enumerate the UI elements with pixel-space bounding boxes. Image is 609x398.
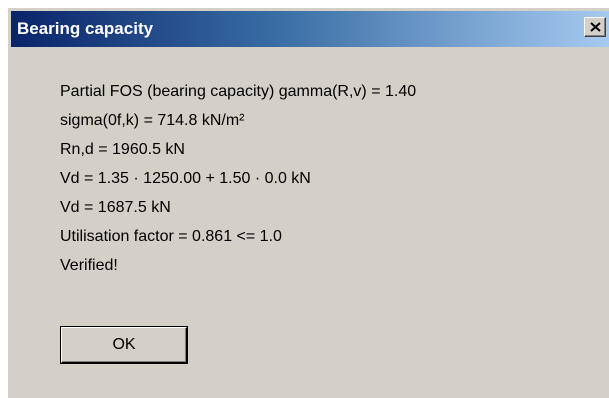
utilisation-line: Utilisation factor = 0.861 <= 1.0 bbox=[60, 228, 282, 245]
window-title: Bearing capacity bbox=[17, 19, 154, 38]
vd-result-line: Vd = 1687.5 kN bbox=[60, 199, 171, 216]
close-icon bbox=[590, 22, 601, 32]
verified-line: Verified! bbox=[60, 257, 118, 274]
rnd-line: Rn,d = 1960.5 kN bbox=[60, 141, 185, 158]
ok-button[interactable]: OK bbox=[60, 326, 188, 364]
title-bar[interactable]: Bearing capacity bbox=[11, 11, 609, 47]
close-button[interactable] bbox=[584, 17, 606, 37]
vd-formula-line: Vd = 1.35 · 1250.00 + 1.50 · 0.0 kN bbox=[60, 170, 311, 187]
fos-line: Partial FOS (bearing capacity) gamma(R,v… bbox=[60, 83, 417, 100]
bearing-capacity-dialog: Bearing capacity Partial FOS (bearing ca… bbox=[8, 8, 609, 398]
sigma-line: sigma(0f,k) = 714.8 kN/m² bbox=[60, 112, 245, 129]
